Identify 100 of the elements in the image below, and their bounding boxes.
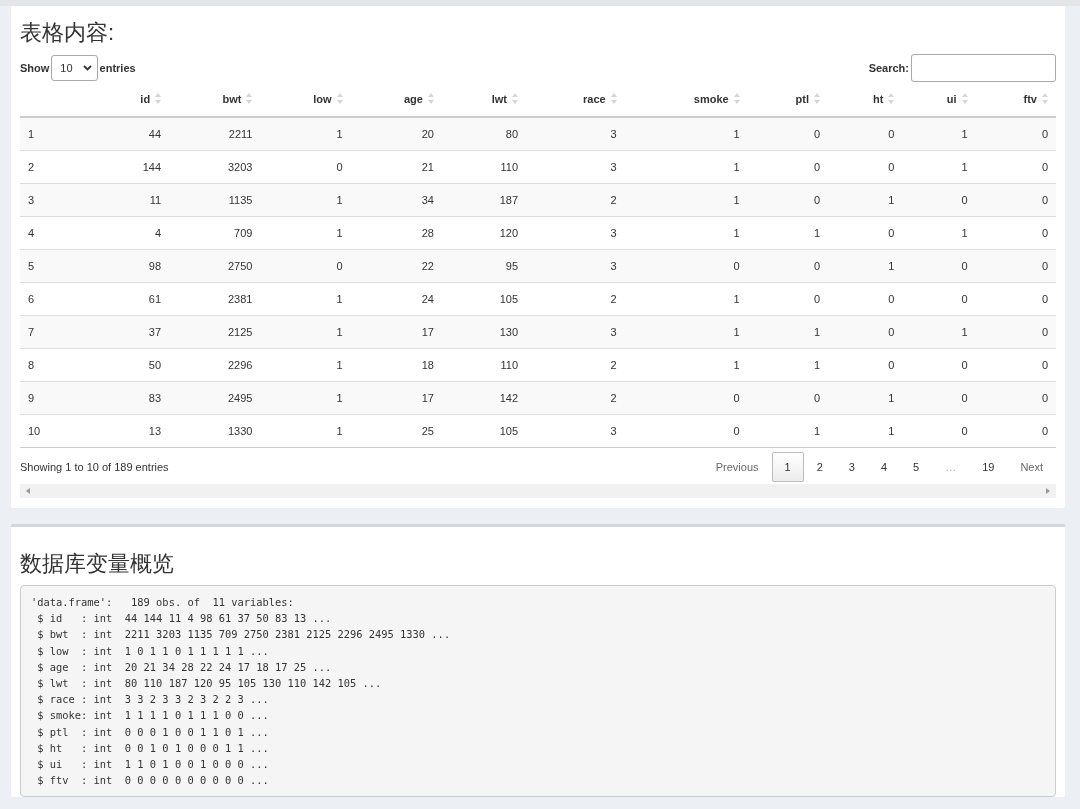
sort-icon — [427, 93, 434, 104]
code-line: $ bwt : int 2211 3203 1135 709 2750 2381 2125 2296 2495 1330 ... — [36, 627, 452, 643]
table-cell: 1 — [747, 315, 829, 349]
column-header[interactable]: age — [404, 92, 423, 105]
table-cell: 0 — [975, 183, 1056, 217]
scroll-left-icon[interactable] — [26, 488, 30, 494]
pagination-link[interactable]: Previous — [702, 452, 772, 482]
table-cell: 0 — [747, 183, 829, 217]
table-cell: 0 — [747, 381, 829, 415]
table-cell: 0 — [828, 315, 903, 349]
caret-icon — [82, 65, 92, 71]
column-header[interactable]: bwt — [222, 92, 242, 105]
code-line: $ id : int 44 144 11 4 98 61 37 50 83 13 ... — [36, 611, 333, 627]
table-cell: 3 — [526, 315, 625, 349]
table-cell: 10 — [20, 414, 96, 448]
column-header[interactable]: smoke — [693, 92, 729, 105]
column-header[interactable]: ui — [946, 92, 957, 105]
table-cell: 2 — [526, 381, 625, 415]
column-header[interactable]: race — [583, 92, 606, 105]
table-cell: 0 — [975, 381, 1056, 415]
table-cell: 0 — [902, 381, 976, 415]
table-cell: 20 — [350, 117, 442, 151]
ellipsis: … — [944, 460, 958, 475]
page-button[interactable]: 19 — [969, 452, 1008, 482]
table-cell: 98 — [96, 249, 170, 283]
table-cell: 1 — [624, 117, 748, 151]
code-line: $ ptl : int 0 0 0 1 0 0 1 1 0 1 ... — [36, 724, 270, 740]
table-cell: 0 — [902, 183, 976, 217]
table-cell: 0 — [975, 249, 1056, 283]
table-cell: 83 — [96, 381, 170, 415]
column-header[interactable]: lwt — [491, 92, 507, 105]
section-title: 数据库变量概览 — [20, 550, 175, 578]
column-header[interactable]: id — [140, 92, 151, 105]
table-cell: 3 — [20, 183, 96, 217]
table-cell: 5 — [20, 249, 96, 283]
sort-icon — [336, 93, 343, 104]
entries-label: entries — [99, 62, 136, 74]
sort-icon — [155, 93, 162, 104]
page-button[interactable]: 4 — [867, 452, 900, 482]
column-header[interactable]: ftv — [1023, 92, 1037, 105]
horizontal-scrollbar[interactable] — [20, 484, 1056, 498]
table-cell: 95 — [441, 249, 526, 283]
code-line: $ ftv : int 0 0 0 0 0 0 0 0 0 0 ... — [36, 773, 270, 789]
entries-dropdown[interactable]: 10 — [51, 55, 98, 81]
page-button[interactable]: 1 — [771, 452, 804, 482]
search-label: Search: — [868, 62, 909, 74]
search-field[interactable] — [911, 54, 1056, 82]
table-cell: 3 — [526, 117, 625, 151]
table-cell: 1 — [828, 183, 903, 217]
page-button[interactable]: 3 — [835, 452, 868, 482]
table-cell: 17 — [350, 315, 442, 349]
scroll-right-icon[interactable] — [1046, 488, 1050, 494]
table-cell: 0 — [902, 414, 976, 448]
table-cell: 1 — [260, 183, 351, 217]
table-cell: 44 — [96, 117, 170, 151]
code-line: $ ht : int 0 0 1 0 1 0 0 0 1 1 ... — [36, 740, 270, 756]
table-cell: 34 — [350, 183, 442, 217]
table-cell: 25 — [350, 414, 442, 448]
column-header[interactable]: ht — [873, 92, 884, 105]
sort-icon — [814, 93, 821, 104]
table-cell: 1330 — [169, 414, 261, 448]
code-line: $ lwt : int 80 110 187 120 95 105 130 110 142 105 ... — [36, 676, 383, 691]
code-line: $ ui : int 1 1 0 1 0 0 1 0 0 0 ... — [36, 757, 270, 773]
page-button[interactable]: 5 — [900, 452, 933, 482]
table-cell: 2495 — [169, 381, 261, 415]
table-cell: 0 — [260, 249, 351, 283]
table-cell: 0 — [624, 381, 748, 415]
table-cell: 142 — [441, 381, 526, 415]
table-cell: 0 — [624, 414, 748, 448]
sort-icon — [961, 93, 968, 104]
column-header[interactable]: low — [313, 92, 332, 105]
table-cell: 11 — [96, 183, 170, 217]
code-line: $ smoke: int 1 1 1 1 0 1 1 1 0 0 ... — [36, 708, 270, 724]
table-cell: 9 — [20, 381, 96, 415]
table-cell: 1 — [260, 381, 351, 415]
table-cell: 2125 — [169, 315, 261, 349]
table-cell: 22 — [350, 249, 442, 283]
sort-icon — [512, 93, 518, 104]
column-header[interactable]: ptl — [795, 92, 810, 105]
table-cell: 130 — [441, 315, 526, 349]
pagination-link[interactable]: Next — [1007, 452, 1056, 482]
table-cell: 1 — [902, 315, 976, 349]
table-cell: 2750 — [169, 249, 261, 283]
table-cell: 3 — [526, 414, 625, 448]
page-button[interactable]: 2 — [803, 452, 836, 482]
table-cell: 0 — [828, 117, 903, 151]
table-cell: 187 — [441, 183, 526, 217]
table-cell: 2211 — [169, 117, 261, 151]
sort-icon — [888, 93, 895, 104]
table-cell: 1 — [902, 117, 976, 151]
table-cell: 1 — [747, 414, 829, 448]
sort-icon — [1042, 93, 1048, 104]
code-line: 'data.frame': 189 obs. of 11 variables: — [31, 595, 295, 610]
table-cell: 80 — [441, 117, 526, 151]
table-cell: 1 — [260, 414, 351, 448]
sort-icon — [246, 93, 253, 104]
table-cell: 0 — [747, 249, 829, 283]
section-title: 表格内容: — [20, 19, 116, 47]
code-line: $ low : int 1 0 1 1 0 1 1 1 1 1 ... — [36, 643, 270, 659]
sort-icon — [733, 93, 740, 104]
